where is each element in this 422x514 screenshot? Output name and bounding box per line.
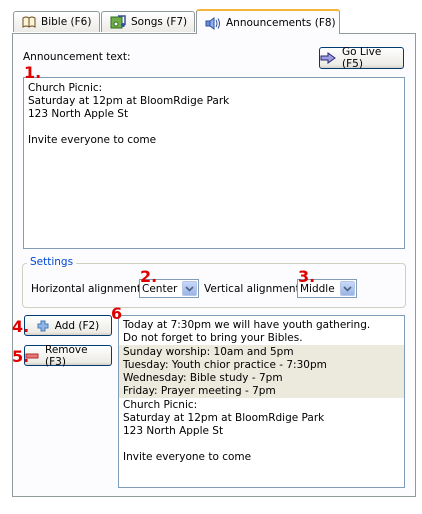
list-item[interactable]: Church Picnic: Saturday at 12pm at Bloom…	[119, 398, 404, 464]
tab-songs[interactable]: Songs (F7)	[101, 11, 195, 32]
speaker-icon	[205, 16, 221, 30]
list-line: Saturday at 12pm at BloomRdige Park	[123, 412, 325, 424]
text-line: 123 North Apple St	[28, 108, 129, 120]
list-line: Today at 7:30pm we will have youth gathe…	[123, 319, 371, 331]
announcements-panel: Announcement text: Go Live (F5) Church P…	[12, 33, 416, 497]
announcement-text-input[interactable]: Church Picnic: Saturday at 12pm at Bloom…	[23, 77, 405, 249]
text-line: Invite everyone to come	[28, 134, 157, 146]
remove-label: Remove (F3)	[45, 343, 88, 368]
list-line: Tuesday: Youth chior practice - 7:30pm	[123, 359, 327, 371]
add-label: Add (F2)	[54, 319, 100, 332]
plus-icon	[37, 320, 49, 332]
marker-2: 2.	[140, 267, 158, 286]
text-line	[28, 121, 400, 134]
chevron-down-icon[interactable]	[340, 281, 355, 296]
list-line: Do not forget to bring your Bibles.	[123, 332, 303, 344]
tab-label: Announcements (F8)	[226, 16, 336, 29]
settings-title: Settings	[27, 256, 77, 268]
marker-5: 5.	[12, 347, 30, 366]
arrow-right-icon	[320, 52, 336, 64]
list-line: Church Picnic:	[123, 399, 198, 411]
list-line	[123, 438, 400, 451]
tab-label: Bible (F6)	[41, 16, 92, 28]
tab-announcements[interactable]: Announcements (F8)	[196, 9, 340, 34]
tab-label: Songs (F7)	[131, 16, 188, 28]
add-button[interactable]: Add (F2)	[24, 315, 112, 336]
marker-1: 1.	[24, 63, 42, 82]
list-line: Invite everyone to come	[123, 451, 252, 463]
list-item[interactable]: Today at 7:30pm we will have youth gathe…	[119, 316, 404, 345]
list-line: 123 North Apple St	[123, 425, 224, 437]
chevron-down-icon[interactable]	[182, 281, 197, 296]
horizontal-alignment-label: Horizontal alignment:	[31, 283, 145, 295]
announcement-text-label: Announcement text:	[23, 51, 131, 63]
songs-icon	[110, 15, 126, 29]
list-line: Sunday worship: 10am and 5pm	[123, 346, 294, 358]
marker-4: 4.	[12, 317, 30, 336]
go-live-label: Go Live (F5)	[342, 46, 382, 70]
list-item[interactable]: Sunday worship: 10am and 5pm Tuesday: Yo…	[119, 345, 404, 398]
go-live-button[interactable]: Go Live (F5)	[319, 46, 404, 70]
list-line: Wednesday: Bible study - 7pm	[123, 372, 283, 384]
remove-button[interactable]: Remove (F3)	[24, 343, 112, 368]
text-line: Church Picnic:	[28, 82, 103, 94]
marker-6: 6	[111, 304, 123, 323]
vertical-alignment-label: Vertical alignment:	[204, 283, 304, 295]
announcements-list[interactable]: Today at 7:30pm we will have youth gathe…	[118, 315, 405, 488]
bible-icon	[22, 16, 36, 28]
tab-bible[interactable]: Bible (F6)	[13, 11, 100, 32]
marker-3: 3.	[298, 267, 316, 286]
list-line: Friday: Prayer meeting - 7pm	[123, 385, 276, 397]
text-line: Saturday at 12pm at BloomRdige Park	[28, 95, 230, 107]
